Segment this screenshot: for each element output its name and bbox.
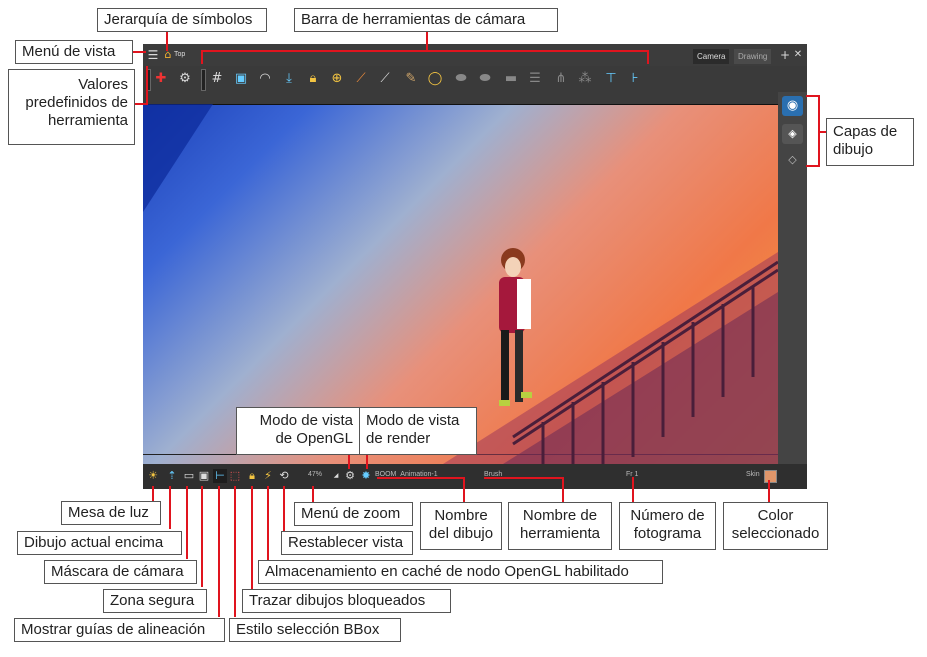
tool-preset-add-icon[interactable]: ✚ [153,71,169,87]
callout-drawing-layers: Capas de dibujo [826,118,914,166]
outline-locked-drawings-icon[interactable]: 🔒︎ [245,469,259,483]
leader-line [152,486,154,502]
leader-line [647,50,649,64]
layers-icon[interactable]: ▬ [503,71,519,87]
scene-name[interactable]: Top [174,51,185,58]
grid-icon[interactable]: # [209,71,225,87]
callout-view-menu: Menú de vista [15,40,133,64]
gear-icon[interactable]: ⚙ [177,71,193,87]
leader-line [169,486,171,529]
leader-line [166,31,168,51]
callout-show-alignment-guides: Mostrar guías de alineación [14,618,225,642]
leader-line [201,486,203,587]
leader-line [463,477,465,502]
eye-icon[interactable]: ◉ [782,96,803,116]
pencil-icon[interactable]: ✎ [403,71,419,87]
ruler-alt-icon[interactable]: ⟋ [377,71,393,87]
leader-line [267,486,269,562]
leader-line [632,477,634,502]
callout-opengl-cache: Almacenamiento en caché de nodo OpenGL h… [258,560,663,584]
lock-icon[interactable]: 🔒︎ [305,71,321,87]
callout-light-table: Mesa de luz [61,501,161,525]
view-title-bar: ☰ ⌂ Top Camera Drawing + ✕ [143,44,807,66]
safe-area-icon[interactable]: ▣ [197,469,211,483]
guide-icon[interactable]: ⊤ [603,71,619,87]
bbox-selection-style-icon[interactable]: ⬚ [228,469,242,483]
callout-current-drawing-on-top: Dibujo actual encima [17,531,182,555]
leader-line [146,66,148,105]
leader-line [806,165,820,167]
leader-line [234,486,236,617]
disc-alt-icon[interactable]: ⬬ [477,71,493,87]
guide-alt-icon[interactable]: ⊦ [627,71,643,87]
light-table-icon[interactable]: ⤓ [281,71,297,87]
render-view-mode-icon[interactable]: ✸ [359,469,373,483]
leader-line [186,486,188,559]
callout-camera-mask: Máscara de cámara [44,560,197,584]
callout-bbox-selection-style: Estilo selección BBox [229,618,401,642]
camera-toolbar: ✚ ⚙ # ▣ ◠ ⤓ 🔒︎ ⊕ ⟋ ⟋ ✎ ◯ ⬬ ⬬ ▬ ☰ ⋔ ⁂ ⊤ ⊦ [143,66,807,92]
zoom-menu-arrow-icon[interactable]: ◢ [329,469,343,483]
layer-stack-icon[interactable]: ◈ [782,124,803,144]
camera-icon[interactable]: ▣ [233,71,249,87]
leader-line [348,455,350,469]
leader-line [283,486,285,532]
selected-color-swatch[interactable] [764,470,777,483]
tab-drawing[interactable]: Drawing [734,49,772,64]
onion-skin-icon[interactable]: ◠ [257,71,273,87]
leader-line [366,455,368,469]
callout-render-view-mode: Modo de vista de render [359,407,477,455]
callout-camera-toolbar: Barra de herramientas de cámara [294,8,558,32]
status-bar: ☀ ⇡ ▭ ▣ ⊢ ⬚ 🔒︎ ⚡ ⟲ 47% ◢ ⚙ ✸ BOOM_Animat… [143,464,807,489]
close-tab-icon[interactable]: ✕ [790,47,806,63]
character [499,248,532,406]
tree-alt-icon[interactable]: ⁂ [577,71,593,87]
disc-icon[interactable]: ⬬ [453,71,469,87]
opengl-cache-icon[interactable]: ⚡ [261,469,275,483]
layers-alt-icon[interactable]: ☰ [527,71,543,87]
opengl-view-mode-icon[interactable]: ⚙ [343,469,357,483]
current-drawing-on-top-icon[interactable]: ⇡ [165,469,179,483]
callout-zoom-menu: Menú de zoom [294,502,413,526]
callout-outline-locked-drawings: Trazar dibujos bloqueados [242,589,451,613]
reset-view-icon[interactable]: ⟲ [277,469,291,483]
lock-alt-icon[interactable]: ⊕ [329,71,345,87]
leader-line [768,480,770,502]
leader-line [562,477,564,502]
mirror-icon[interactable]: ◯ [427,71,443,87]
leader-line [484,477,564,479]
light-table-toggle-icon[interactable]: ☀ [146,469,160,483]
callout-tool-name: Nombre de herramienta [508,502,612,550]
leader-line [132,51,146,53]
view-menu-icon[interactable]: ☰ [145,47,161,63]
leader-line [218,486,220,617]
callout-drawing-name: Nombre del dibujo [420,502,502,550]
tree-icon[interactable]: ⋔ [553,71,569,87]
leader-line [201,50,203,64]
layer-outline-icon[interactable]: ◇ [782,150,803,170]
callout-selected-color: Color seleccionado [723,502,828,550]
callout-opengl-view-mode: Modo de vista de OpenGL [236,407,360,455]
callout-symbol-hierarchy: Jerarquía de símbolos [97,8,267,32]
leader-line [426,31,428,51]
leader-line [251,486,253,589]
tab-camera[interactable]: Camera [693,49,730,64]
leader-line [377,477,465,479]
leader-line [201,50,649,52]
zoom-menu[interactable]: 47% [308,471,322,478]
camera-mask-icon[interactable]: ▭ [182,469,196,483]
ruler-icon[interactable]: ⟋ [353,71,369,87]
callout-tool-presets: Valores predefinidos de herramienta [8,69,135,145]
callout-reset-view: Restablecer vista [281,531,413,555]
drawing-layers-bar: ◉ ◈ ◇ [778,92,807,464]
alignment-guides-icon[interactable]: ⊢ [213,469,227,483]
callout-safe-area: Zona segura [103,589,207,613]
callout-frame-number: Número de fotograma [619,502,716,550]
selected-color-name: Skin [746,471,760,478]
toolbar-handle-2[interactable] [201,69,206,91]
